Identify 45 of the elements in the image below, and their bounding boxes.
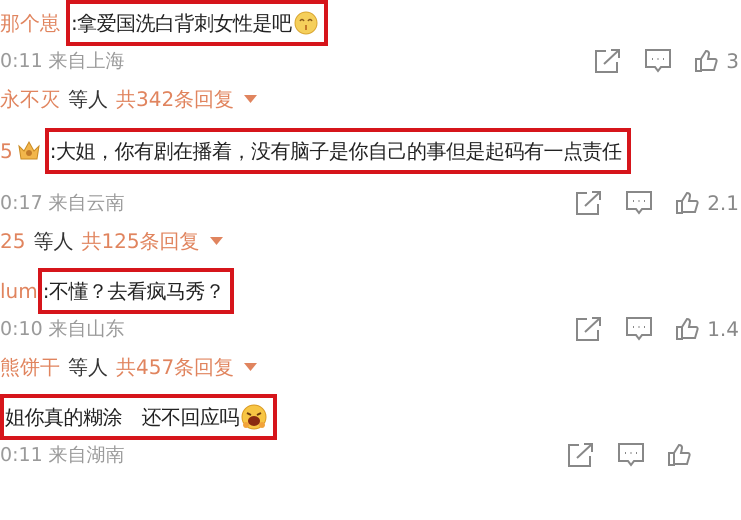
- dropdown-caret-icon: [210, 237, 223, 245]
- comment-time: 0:11: [0, 442, 43, 468]
- view-replies-link[interactable]: 共457条回复: [116, 352, 258, 382]
- comment-icon[interactable]: [617, 442, 645, 468]
- reply-suffix: 等人: [68, 354, 108, 381]
- thumbs-up-icon[interactable]: [675, 317, 700, 341]
- share-icon[interactable]: [567, 442, 595, 468]
- comment-text: 姐你真的糊涂 还不回应吗: [5, 404, 239, 431]
- comment-text: :拿爱国洗白背刺女性是吧: [71, 10, 292, 37]
- dropdown-caret-icon: [244, 363, 258, 371]
- dropdown-caret-icon: [244, 95, 258, 103]
- reply-suffix: 等人: [68, 86, 108, 113]
- like-count: 2.1: [707, 190, 740, 217]
- share-icon[interactable]: [575, 190, 604, 216]
- emoji-icon: [241, 404, 267, 430]
- comment-location: 来自云南: [48, 190, 125, 216]
- view-replies-link[interactable]: 共342条回复: [116, 84, 258, 114]
- like-count: 3: [726, 48, 740, 75]
- reply-usernames[interactable]: 熊饼干: [0, 352, 60, 382]
- comment-time: 0:17: [0, 190, 43, 216]
- thumbs-up-icon[interactable]: [667, 443, 691, 467]
- reply-suffix: 等人: [33, 228, 74, 255]
- comment-location: 来自湖南: [48, 442, 125, 468]
- view-replies-link[interactable]: 共125条回复: [81, 226, 223, 256]
- thumbs-up-icon[interactable]: [694, 49, 718, 73]
- comment-location: 来自山东: [48, 316, 125, 342]
- comment-text: :大姐，你有剧在播着，没有脑子是你自己的事但是起码有一点责任: [50, 138, 622, 165]
- like-count: 1.4: [707, 316, 740, 343]
- crown-badge-icon: [16, 140, 41, 162]
- reply-usernames[interactable]: 25: [0, 226, 26, 256]
- comment-location: 来自上海: [48, 48, 125, 74]
- username[interactable]: 5: [0, 141, 13, 161]
- comment-icon[interactable]: [625, 190, 654, 216]
- comment-time: 0:10: [0, 316, 43, 342]
- share-icon[interactable]: [594, 48, 622, 74]
- comment-icon[interactable]: [625, 316, 654, 342]
- reply-usernames[interactable]: 永不灭: [0, 84, 60, 114]
- username[interactable]: 那个崽: [0, 13, 60, 33]
- comment-text: :不懂？去看疯马秀？: [42, 278, 224, 305]
- share-icon[interactable]: [575, 316, 604, 342]
- thumbs-up-icon[interactable]: [675, 191, 700, 215]
- comment-icon[interactable]: [644, 48, 672, 74]
- username[interactable]: lum: [0, 281, 38, 301]
- emoji-icon: [294, 11, 318, 35]
- comment-time: 0:11: [0, 48, 43, 74]
